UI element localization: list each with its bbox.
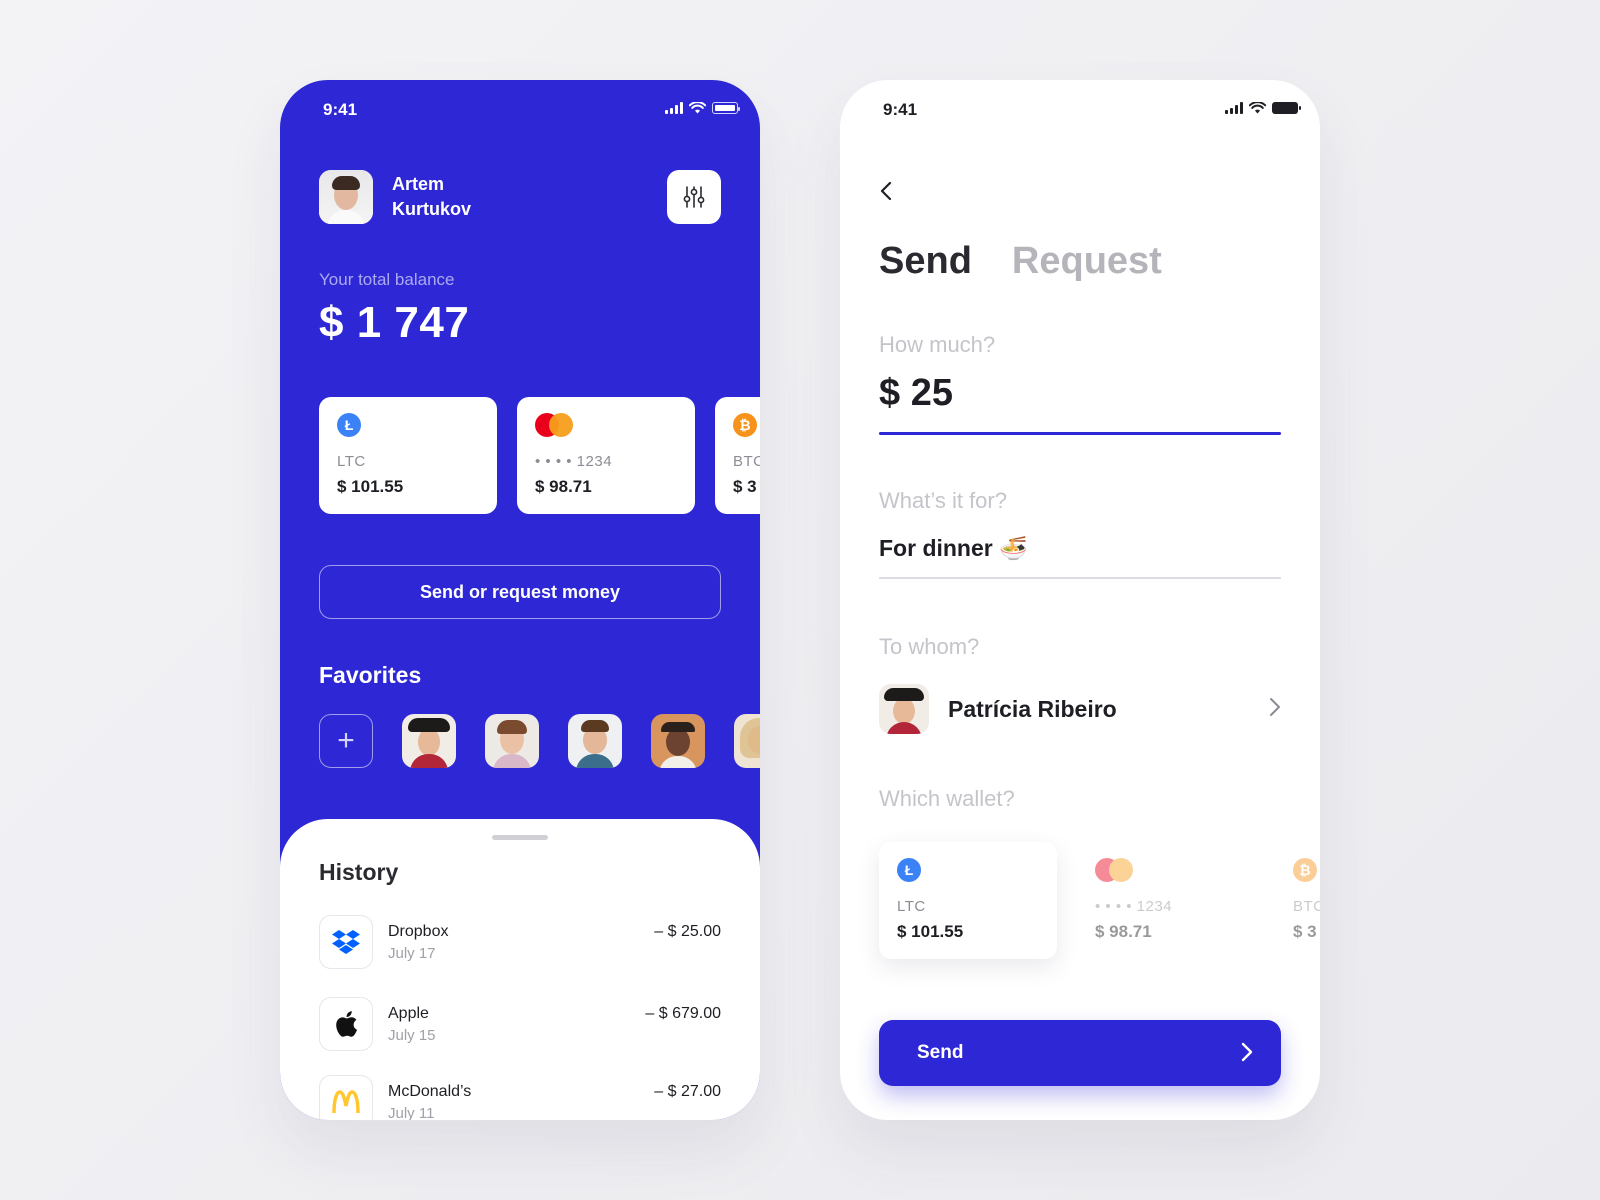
recipient-name: Patrícia Ribeiro (948, 695, 1117, 722)
history-sheet: History Dropbox July 17 – $ 25.00 Apple … (280, 819, 760, 1120)
filter-settings-button[interactable] (667, 170, 721, 224)
favorites-list: + (319, 714, 760, 768)
user-profile[interactable]: Artem Kurtukov (319, 170, 512, 224)
favorite-contact[interactable] (485, 714, 539, 768)
history-item-dropbox[interactable]: Dropbox July 17 – $ 25.00 (319, 915, 721, 969)
card-label: • • • • 1234 (535, 453, 613, 470)
status-bar: 9:41 (840, 80, 1320, 140)
chevron-left-icon (880, 181, 892, 201)
wallet-amount: $ 3 (1293, 922, 1317, 941)
favorite-contact[interactable] (734, 714, 760, 768)
wallet-option-btc[interactable]: ₿ BTC $ 3 (1275, 842, 1320, 959)
wallet-label: Which wallet? (879, 786, 1015, 811)
history-item-apple[interactable]: Apple July 15 – $ 679.00 (319, 997, 721, 1051)
signal-icon (665, 102, 683, 114)
purpose-underline (879, 577, 1281, 579)
history-title: History (319, 859, 399, 885)
status-bar: 9:41 (280, 80, 760, 140)
card-label: LTC (337, 453, 366, 470)
card-amount: $ 3 (733, 477, 757, 496)
recipient-avatar (879, 684, 929, 734)
transaction-date: July 15 (388, 1027, 436, 1044)
purpose-input[interactable]: For dinner 🍜 (879, 535, 1028, 562)
send-money-screen: 9:41 Send Request How much? $ 25 What’s … (840, 80, 1320, 1120)
chevron-right-icon (1270, 698, 1280, 716)
wallet-amount: $ 101.55 (897, 922, 964, 941)
status-time: 9:41 (883, 100, 918, 119)
favorites-title: Favorites (319, 662, 422, 688)
wifi-icon (689, 102, 706, 114)
plus-icon: + (337, 724, 355, 757)
transaction-amount: – $ 25.00 (654, 923, 721, 940)
send-or-request-button[interactable]: Send or request money (319, 565, 721, 619)
apple-icon (319, 997, 373, 1051)
dropbox-icon (319, 915, 373, 969)
amount-input[interactable]: $ 25 (879, 372, 953, 415)
transaction-date: July 11 (388, 1105, 435, 1120)
litecoin-icon: Ł (897, 858, 921, 882)
total-balance: $ 1 747 (319, 298, 470, 347)
recipient-selector[interactable]: Patrícia Ribeiro (879, 683, 1281, 735)
sliders-icon (683, 186, 705, 208)
send-request-tabs: Send Request (879, 240, 1162, 283)
history-item-mcdonalds[interactable]: McDonald’s July 11 – $ 27.00 (319, 1075, 721, 1120)
mastercard-icon (1095, 858, 1135, 882)
litecoin-icon: Ł (337, 413, 361, 437)
transaction-name: Apple (388, 1005, 429, 1022)
battery-icon (1272, 102, 1301, 114)
wallet-option-ltc[interactable]: Ł LTC $ 101.55 (879, 842, 1057, 959)
transaction-amount: – $ 27.00 (654, 1083, 721, 1100)
wallet-card-mastercard[interactable]: • • • • 1234 $ 98.71 (517, 397, 695, 514)
wallet-option-mastercard[interactable]: • • • • 1234 $ 98.71 (1077, 842, 1255, 959)
wallet-card-btc[interactable]: ₿ BTC $ 3 (715, 397, 760, 514)
card-label: BTC (733, 453, 760, 470)
card-amount: $ 98.71 (535, 477, 592, 496)
wallet-cards: Ł LTC $ 101.55 • • • • 1234 $ 98.71 ₿ BT… (319, 397, 760, 514)
sheet-grabber[interactable] (492, 835, 548, 840)
wallet-card-ltc[interactable]: Ł LTC $ 101.55 (319, 397, 497, 514)
wallet-selector: Ł LTC $ 101.55 • • • • 1234 $ 98.71 ₿ BT… (879, 842, 1320, 959)
status-time: 9:41 (323, 100, 358, 119)
mcdonalds-icon (319, 1075, 373, 1120)
bitcoin-icon: ₿ (1293, 858, 1317, 882)
back-button[interactable] (874, 179, 898, 203)
mastercard-icon (535, 413, 575, 437)
transaction-name: McDonald’s (388, 1083, 472, 1100)
transaction-amount: – $ 679.00 (645, 1005, 721, 1022)
wallet-label-text: LTC (897, 898, 926, 915)
transaction-name: Dropbox (388, 923, 449, 940)
send-button-label: Send (917, 1042, 964, 1063)
transaction-date: July 17 (388, 945, 436, 962)
favorite-contact[interactable] (402, 714, 456, 768)
wallet-label-text: BTC (1293, 898, 1320, 915)
wallet-home-screen: 9:41 Artem Kurtukov Your total balance $… (280, 80, 760, 1120)
wallet-label-text: • • • • 1234 (1095, 898, 1173, 915)
send-button[interactable]: Send (879, 1020, 1281, 1086)
favorite-contact[interactable] (651, 714, 705, 768)
tab-request[interactable]: Request (1012, 240, 1162, 283)
user-first-name: Artem (392, 174, 445, 194)
card-amount: $ 101.55 (337, 477, 404, 496)
tab-send[interactable]: Send (879, 240, 972, 283)
favorite-contact[interactable] (568, 714, 622, 768)
chevron-right-icon (1241, 1042, 1253, 1062)
user-avatar[interactable] (319, 170, 373, 224)
balance-label: Your total balance (319, 270, 455, 289)
purpose-label: What’s it for? (879, 488, 1007, 513)
battery-icon (712, 102, 740, 114)
bitcoin-icon: ₿ (733, 413, 757, 437)
add-favorite-button[interactable]: + (319, 714, 373, 768)
amount-underline (879, 432, 1281, 435)
wallet-amount: $ 98.71 (1095, 922, 1152, 941)
amount-label: How much? (879, 332, 996, 357)
wifi-icon (1249, 102, 1266, 114)
user-last-name: Kurtukov (392, 199, 472, 219)
signal-icon (1225, 102, 1243, 114)
user-name: Artem Kurtukov (392, 172, 512, 222)
recipient-label: To whom? (879, 634, 980, 659)
